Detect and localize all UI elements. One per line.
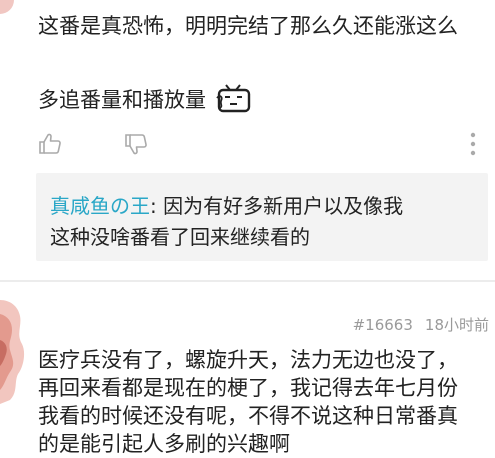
reply-text-1: 因为有好多新用户以及像我 <box>163 194 404 218</box>
reply-line-1: 真咸鱼の王: 因为有好多新用户以及像我 <box>50 190 403 219</box>
thumbs-up-icon[interactable] <box>38 132 62 156</box>
avatar[interactable] <box>0 296 26 404</box>
comment-divider <box>0 280 495 282</box>
reply-preview[interactable]: 真咸鱼の王: 因为有好多新用户以及像我 这种没啥番看了回来继续看的 <box>36 173 488 261</box>
comment-line: 医疗兵没有了，螺旋升天，法力无边也没了， <box>38 348 458 372</box>
more-vertical-icon[interactable] <box>468 130 478 158</box>
comment-text-line-2-row: 多追番量和播放量 <box>38 84 252 114</box>
comment-line: 的是能引起人多刷的兴趣啊 <box>38 432 290 456</box>
thumbs-down-icon[interactable] <box>124 132 148 156</box>
avatar-partial[interactable] <box>0 0 14 14</box>
comment-line: 再回来看都是现在的梗了，我记得去年七月份 <box>38 376 458 400</box>
comment-item-top: 这番是真恐怖，明明完结了那么久还能涨这么 多追番量和播放量 真咸鱼の王: 因为有… <box>0 0 495 278</box>
comment-text-line-2: 多追番量和播放量 <box>38 88 206 112</box>
tv-emoticon-icon <box>216 84 252 114</box>
reply-colon: : <box>150 194 164 218</box>
comment-line: 我看的时候还没有呢，不得不说这种日常番真 <box>38 404 458 428</box>
comment-time: 18小时前 <box>424 316 489 334</box>
floor-number: #16663 <box>352 316 413 334</box>
comment-meta: #16663 18小时前 <box>353 314 489 335</box>
comment-text-line-1: 这番是真恐怖，明明完结了那么久还能涨这么 <box>38 14 458 38</box>
comment-actions <box>38 128 478 160</box>
reply-author-link[interactable]: 真咸鱼の王 <box>50 194 150 218</box>
reply-text-2: 这种没啥番看了回来继续看的 <box>50 225 310 249</box>
comment-body-2: 医疗兵没有了，螺旋升天，法力无边也没了， 再回来看都是现在的梗了，我记得去年七月… <box>38 346 493 458</box>
